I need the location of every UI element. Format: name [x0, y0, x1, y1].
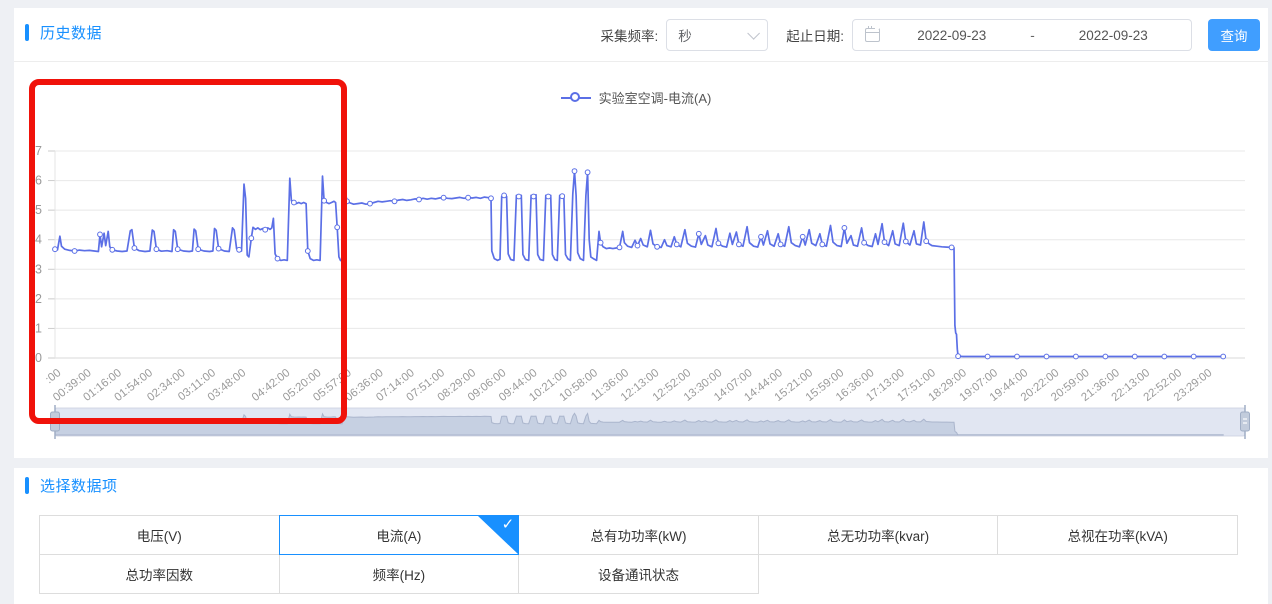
line-series-marker-icon — [561, 92, 591, 104]
data-item-label: 电压(V) — [137, 525, 182, 545]
svg-text:0: 0 — [35, 351, 42, 365]
data-item-label: 总有功功率(kW) — [591, 525, 687, 545]
date-separator: - — [1018, 28, 1048, 43]
svg-text::00: :00 — [43, 367, 63, 386]
data-item-cell[interactable]: 频率(Hz) — [279, 554, 520, 594]
svg-text:5: 5 — [35, 203, 42, 217]
svg-text:3: 3 — [35, 262, 42, 276]
selector-title-label: 选择数据项 — [40, 475, 118, 496]
title-accent-bar — [25, 477, 29, 494]
history-data-page: { "header": { "title": "历史数据", "freq_lab… — [0, 0, 1272, 604]
data-item-label: 频率(Hz) — [373, 564, 426, 584]
end-date-value[interactable]: 2022-09-23 — [1048, 28, 1180, 43]
legend-item-current[interactable]: 实验室空调-电流(A) — [561, 88, 712, 107]
data-item-cell[interactable]: 设备通讯状态 — [518, 554, 759, 594]
page-header: 历史数据 采集频率: 秒 起止日期: 2022-09-23 - 2022-09-… — [14, 8, 1268, 62]
datazoom-slider[interactable] — [51, 405, 1250, 439]
empty-cell — [997, 554, 1238, 594]
legend-item-label: 实验室空调-电流(A) — [599, 88, 712, 107]
svg-text:1: 1 — [35, 321, 42, 335]
svg-text:2: 2 — [35, 292, 42, 306]
check-icon: ✓ — [502, 517, 515, 532]
data-item-cell[interactable]: 总无功功率(kvar) — [758, 515, 999, 555]
data-item-cell[interactable]: 电压(V) — [39, 515, 280, 555]
selector-title: 选择数据项 — [25, 475, 118, 496]
date-range-input[interactable]: 2022-09-23 - 2022-09-23 — [852, 19, 1192, 51]
data-item-cell[interactable]: 总有功功率(kW) — [518, 515, 759, 555]
start-date-value[interactable]: 2022-09-23 — [886, 28, 1018, 43]
data-item-label: 设备通讯状态 — [598, 564, 679, 584]
frequency-select-value: 秒 — [678, 25, 692, 45]
title-accent-bar — [25, 24, 29, 41]
chevron-down-icon — [747, 27, 760, 40]
empty-cell — [758, 554, 999, 594]
data-item-label: 总视在功率(kVA) — [1068, 525, 1168, 545]
svg-text:7: 7 — [35, 144, 42, 158]
frequency-select[interactable]: 秒 — [666, 19, 768, 51]
series-point-markers — [53, 169, 1226, 359]
chart-legend: 实验室空调-电流(A) — [0, 88, 1272, 108]
x-axis-labels: :0000:39:0001:16:0001:54:0002:34:0003:11… — [43, 367, 1214, 404]
data-item-label: 总无功功率(kvar) — [827, 525, 929, 545]
data-item-selector-panel: 选择数据项 电压(V) 电流(A) ✓ 总有功功率(kW) 总无功功率(kvar) 总视在… — [14, 468, 1268, 604]
grid-lines: 0 1 2 3 4 5 6 7 — [35, 144, 1245, 365]
data-item-label: 总功率因数 — [126, 564, 194, 584]
page-title: 历史数据 — [25, 22, 102, 43]
data-item-cell[interactable]: 总功率因数 — [39, 554, 280, 594]
svg-text:4: 4 — [35, 233, 42, 247]
query-button[interactable]: 查询 — [1208, 19, 1260, 51]
page-title-label: 历史数据 — [40, 22, 102, 43]
data-item-label: 电流(A) — [376, 525, 421, 545]
query-controls: 采集频率: 秒 起止日期: 2022-09-23 - 2022-09-23 查询 — [600, 19, 1260, 51]
data-item-cell[interactable]: 总视在功率(kVA) — [997, 515, 1238, 555]
calendar-icon — [865, 28, 880, 42]
history-line-chart: 0 1 2 3 4 5 6 7 :0000:39:0001:16:0001:54:0002:34… — [0, 110, 1272, 455]
frequency-label: 采集频率: — [600, 25, 658, 45]
data-item-cell[interactable]: 电流(A) ✓ — [279, 515, 520, 555]
svg-text:6: 6 — [35, 174, 42, 188]
data-item-table: 电压(V) 电流(A) ✓ 总有功功率(kW) 总无功功率(kvar) 总视在功率(kVA… — [40, 516, 1238, 594]
date-range-label: 起止日期: — [786, 25, 844, 45]
